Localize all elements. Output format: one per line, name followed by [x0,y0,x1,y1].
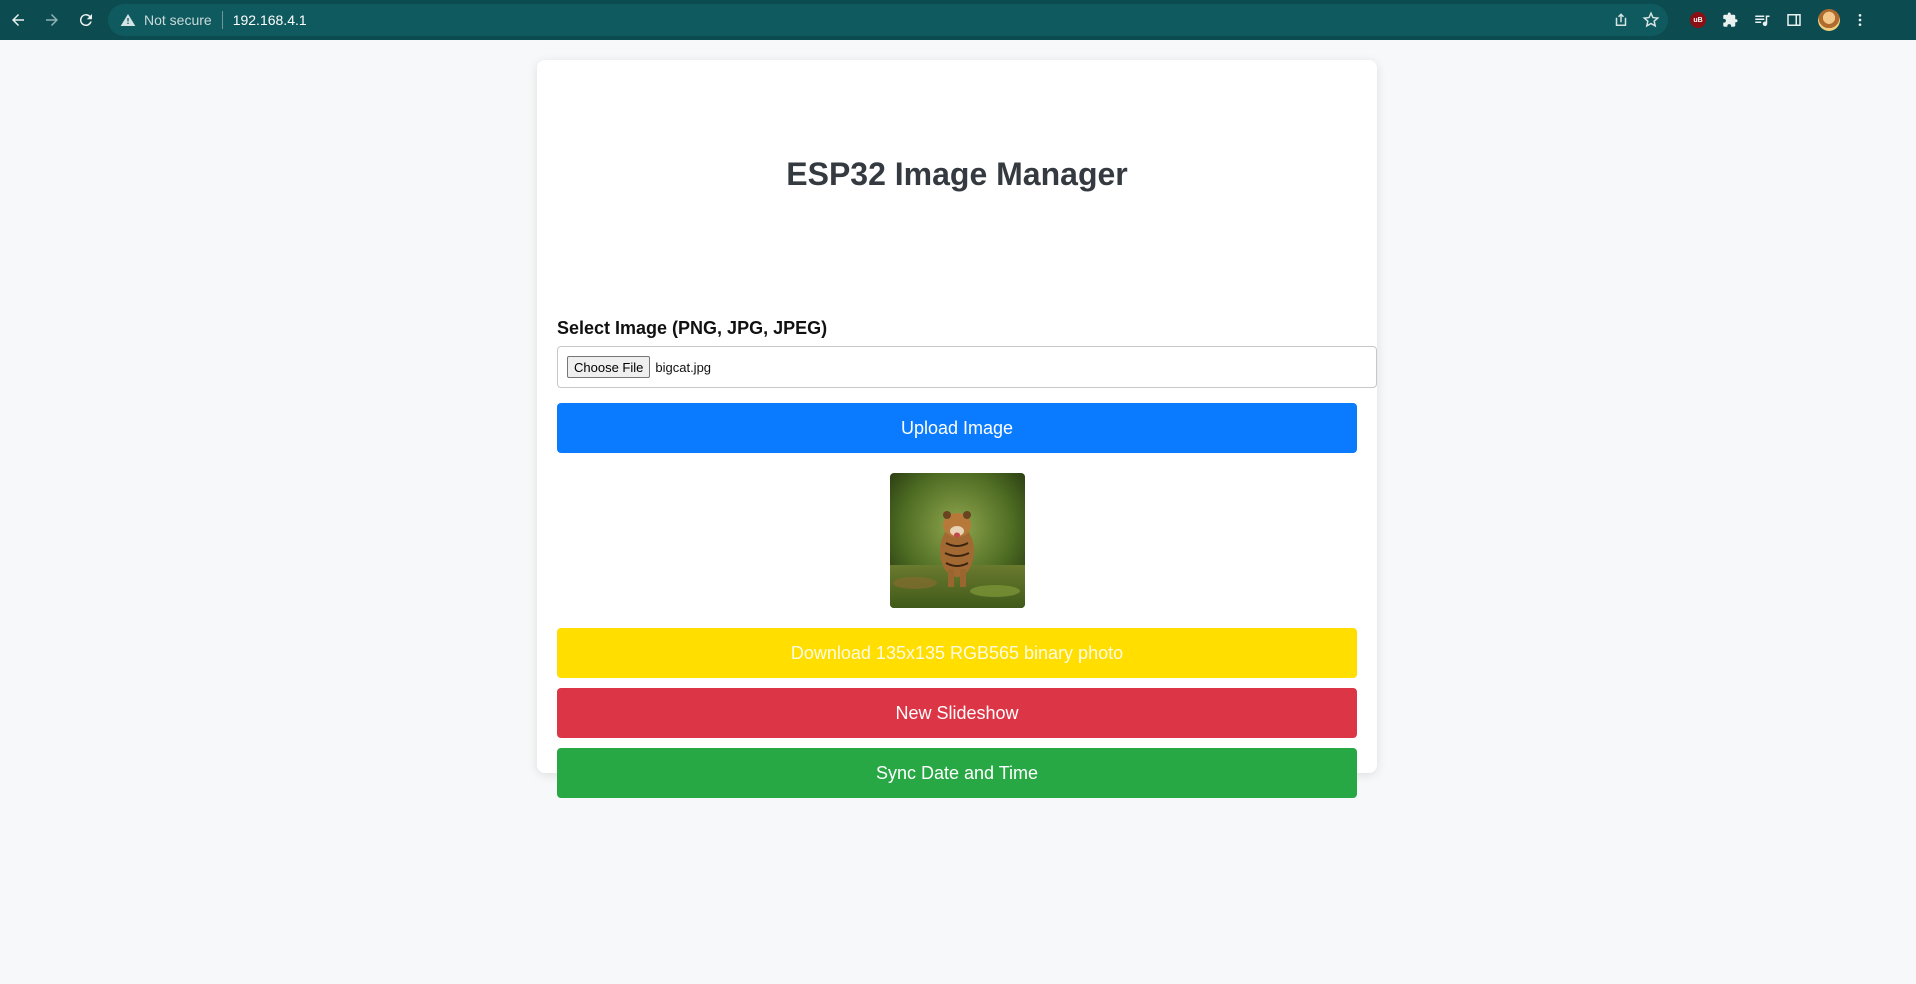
sync-date-time-button[interactable]: Sync Date and Time [557,748,1357,798]
extension-badge: uB [1693,16,1703,24]
page-title: ESP32 Image Manager [786,156,1128,192]
omnibox-divider [221,11,223,29]
image-manager-card: ESP32 Image Manager Select Image (PNG, J… [537,60,1377,798]
back-button[interactable] [2,4,34,36]
download-binary-button[interactable]: Download 135x135 RGB565 binary photo [557,628,1357,678]
tiger-cub-photo [890,473,1025,608]
profile-avatar[interactable] [1818,9,1840,31]
file-input[interactable]: Choose File bigcat.jpg [557,346,1377,388]
browser-toolbar: Not secure 192.168.4.1 uB [0,0,1916,40]
forward-button[interactable] [36,4,68,36]
image-preview [890,473,1025,608]
upload-image-button[interactable]: Upload Image [557,403,1357,453]
security-status[interactable]: Not secure [144,12,212,28]
choose-file-button[interactable]: Choose File [567,356,651,378]
selected-file-name: bigcat.jpg [655,359,712,375]
url-text[interactable]: 192.168.4.1 [233,12,307,28]
arrow-left-icon [12,14,24,26]
new-slideshow-button[interactable]: New Slideshow [557,688,1357,738]
side-panel-icon[interactable] [1785,11,1803,29]
bookmark-star-icon[interactable] [1642,11,1660,29]
reload-icon [79,14,92,27]
file-select-label: Select Image (PNG, JPG, JPEG) [557,318,828,338]
more-menu-icon[interactable] [1852,11,1868,29]
ublock-extension-icon[interactable]: uB [1690,12,1706,28]
address-bar[interactable]: Not secure 192.168.4.1 [108,4,1668,36]
arrow-right-icon [46,14,58,26]
media-control-icon[interactable] [1753,11,1771,29]
warning-icon [120,14,136,26]
share-icon[interactable] [1612,11,1630,29]
reload-button[interactable] [70,4,102,36]
extensions-puzzle-icon[interactable] [1721,11,1739,29]
